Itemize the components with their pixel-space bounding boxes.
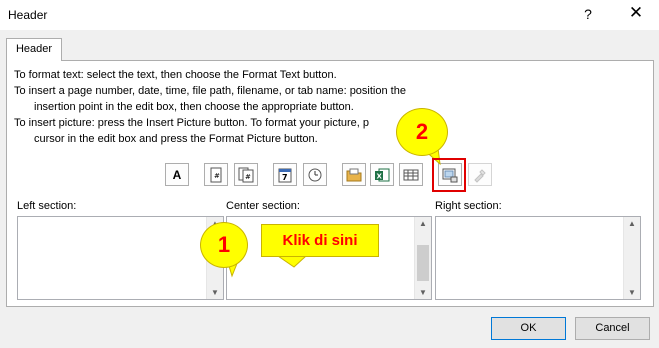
ok-button[interactable]: OK [491,317,566,340]
insert-time-button[interactable] [303,163,327,186]
klik-pointer [278,255,308,268]
instruction-line: cursor in the edit box and press the For… [34,133,318,145]
instruction-line: To insert picture: press the Insert Pict… [14,117,370,129]
insert-sheet-name-button[interactable] [399,163,423,186]
format-text-button[interactable]: A [165,163,189,186]
klik-di-sini-label: Klik di sini [261,224,379,257]
center-section-scrollbar[interactable]: ▲ ▼ [414,217,431,299]
instruction-line: To insert a page number, date, time, fil… [14,85,406,97]
right-section-label: Right section: [435,200,502,212]
title-bar [0,0,659,30]
callout-2-badge: 2 [396,108,448,156]
tab-header[interactable]: Header [6,38,62,61]
clock-icon [308,168,322,181]
insert-file-name-button[interactable]: X [370,163,394,186]
center-section-label: Center section: [226,200,300,212]
page-number-icon: # [210,167,222,182]
number-of-pages-icon: # [238,167,254,182]
insert-file-path-button[interactable] [342,163,366,186]
excel-icon: X [375,168,390,181]
calendar-icon: 7 [278,168,292,182]
scroll-down-arrow-icon[interactable]: ▼ [415,288,431,297]
insert-number-of-pages-button[interactable]: # [234,163,258,186]
scroll-thumb[interactable] [417,245,429,281]
scroll-down-arrow-icon[interactable]: ▼ [207,288,223,297]
right-section-scrollbar[interactable]: ▲ ▼ [623,217,640,299]
scroll-up-arrow-icon[interactable]: ▲ [624,219,640,228]
help-button[interactable]: ? [580,6,596,24]
letter-a-icon: A [172,167,182,182]
scroll-up-arrow-icon[interactable]: ▲ [415,219,431,228]
insert-date-button[interactable]: 7 [273,163,297,186]
format-picture-button[interactable] [468,163,492,186]
left-section-label: Left section: [17,200,77,212]
svg-text:#: # [245,173,251,181]
scroll-down-arrow-icon[interactable]: ▼ [624,288,640,297]
svg-text:#: # [214,172,220,180]
window-title: Header [8,8,48,22]
insert-page-number-button[interactable]: # [204,163,228,186]
svg-text:7: 7 [282,173,288,182]
format-picture-icon [474,168,486,183]
right-section-edit-box[interactable]: ▲ ▼ [435,216,641,300]
instruction-line: insertion point in the edit box, then ch… [34,101,354,113]
svg-text:X: X [377,172,383,180]
insert-picture-highlight [432,158,466,192]
sheet-tab-icon [403,169,419,180]
instruction-line: To format text: select the text, then ch… [14,69,337,81]
close-button[interactable]: ✕ [626,3,646,25]
callout-1-badge: 1 [200,222,248,268]
cancel-button[interactable]: Cancel [575,317,650,340]
folder-icon [346,168,362,181]
left-section-edit-box[interactable]: ▲ ▼ [17,216,224,300]
